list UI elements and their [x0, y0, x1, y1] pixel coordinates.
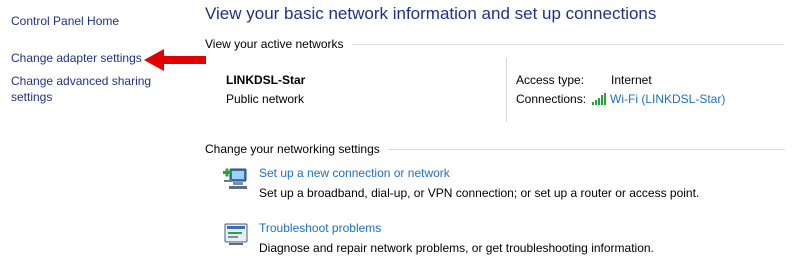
- network-type: Public network: [226, 92, 305, 106]
- divider: [351, 43, 784, 45]
- change-advanced-sharing-link[interactable]: Change advanced sharing settings: [11, 73, 171, 105]
- active-networks-header: View your active networks: [205, 37, 785, 51]
- vertical-divider: [506, 58, 507, 122]
- access-type-value: Internet: [611, 73, 652, 87]
- access-type-label: Access type:: [516, 73, 585, 87]
- main-content: View your basic network information and …: [205, 0, 800, 279]
- page-title: View your basic network information and …: [205, 4, 657, 23]
- sidebar: Control Panel Home Change adapter settin…: [0, 0, 185, 279]
- networking-settings-header: Change your networking settings: [205, 142, 785, 156]
- active-networks-header-label: View your active networks: [205, 37, 344, 51]
- divider: [387, 148, 785, 150]
- setup-connection-link[interactable]: Set up a new connection or network: [259, 166, 450, 180]
- connection-entry: Wi-Fi (LINKDSL-Star): [592, 92, 725, 106]
- troubleshoot-icon: [224, 223, 248, 245]
- wifi-signal-icon: [592, 93, 606, 105]
- network-name: LINKDSL-Star: [226, 73, 306, 87]
- troubleshoot-problems-link[interactable]: Troubleshoot problems: [259, 221, 381, 235]
- wifi-connection-link[interactable]: Wi-Fi (LINKDSL-Star): [610, 92, 725, 106]
- new-connection-icon: [223, 168, 247, 189]
- task-new-connection: Set up a new connection or network Set u…: [223, 164, 783, 204]
- change-adapter-settings-link[interactable]: Change adapter settings: [11, 50, 142, 66]
- setup-connection-description: Set up a broadband, dial-up, or VPN conn…: [259, 186, 700, 200]
- networking-settings-header-label: Change your networking settings: [205, 142, 380, 156]
- control-panel-home-link[interactable]: Control Panel Home: [11, 13, 119, 29]
- task-troubleshoot: Troubleshoot problems Diagnose and repai…: [223, 219, 783, 259]
- troubleshoot-description: Diagnose and repair network problems, or…: [259, 241, 654, 255]
- connections-label: Connections:: [516, 92, 587, 106]
- red-arrow-icon: [144, 49, 206, 71]
